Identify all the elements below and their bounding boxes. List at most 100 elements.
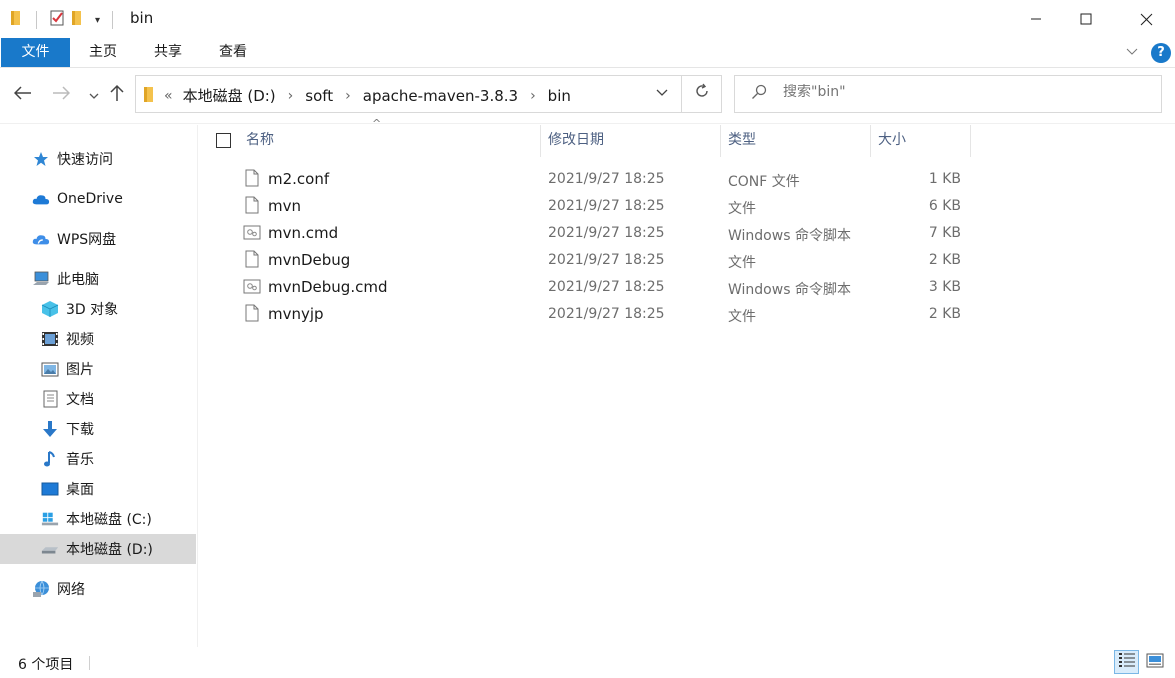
large-icons-view-button[interactable] [1142,650,1167,674]
search-input[interactable] [783,84,1143,100]
close-button[interactable] [1117,0,1175,38]
file-date: 2021/9/27 18:25 [548,306,665,322]
file-size: 2 KB [928,252,961,268]
sidebar-item-quick-access[interactable]: 快速访问 [0,144,196,174]
refresh-button[interactable] [682,75,722,113]
sidebar-item-network[interactable]: 网络 [0,574,196,604]
details-view-button[interactable] [1114,650,1139,674]
desktop-icon [41,480,59,498]
sidebar-item-downloads[interactable]: 下载 [0,414,196,444]
customize-toolbar-icon[interactable]: ▾ [95,15,100,26]
sidebar-item-documents[interactable]: 文档 [0,384,196,414]
item-count-status: 6 个项目 [18,657,74,673]
sidebar-item-videos[interactable]: 视频 [0,324,196,354]
help-button[interactable]: ? [1151,43,1171,63]
computer-icon [32,270,50,288]
script-file-icon [243,279,261,298]
file-date: 2021/9/27 18:25 [548,279,665,295]
sidebar-item-drive-c[interactable]: 本地磁盘 (C:) [0,504,196,534]
file-row[interactable]: mvnDebug 2021/9/27 18:25 文件 2 KB [205,247,975,274]
3d-objects-icon [41,300,59,318]
large-icons-view-icon [1146,653,1164,672]
search-box[interactable] [734,75,1162,113]
sidebar-item-label: 图片 [66,362,94,378]
star-icon [32,150,50,168]
file-row[interactable]: mvn 2021/9/27 18:25 文件 6 KB [205,193,975,220]
download-icon [41,420,59,438]
file-size: 3 KB [928,279,961,295]
address-bar[interactable]: « 本地磁盘 (D:) › soft › apache-maven-3.8.3 … [135,75,682,113]
column-header-date[interactable]: 修改日期 [541,125,721,157]
sidebar-item-drive-d[interactable]: 本地磁盘 (D:) [0,534,196,564]
refresh-icon [694,83,710,104]
file-row[interactable]: mvn.cmd 2021/9/27 18:25 Windows 命令脚本 7 K… [205,220,975,247]
column-header-size[interactable]: 大小 [871,125,971,157]
chevron-down-icon[interactable] [656,85,668,101]
details-view-icon [1118,652,1136,672]
file-name: mvn [268,197,301,215]
sidebar-item-label: 音乐 [66,452,94,468]
tab-home[interactable]: 主页 [78,38,128,67]
search-icon [751,84,767,104]
window-title: bin [130,9,154,27]
sidebar-item-label: 下载 [66,422,94,438]
sidebar-item-onedrive[interactable]: OneDrive [0,184,196,214]
tab-share[interactable]: 共享 [143,38,193,67]
folder-icon [143,86,157,107]
column-header-type[interactable]: 类型 [721,125,871,157]
file-type: 文件 [728,255,756,271]
new-folder-icon[interactable] [71,10,85,30]
file-type: Windows 命令脚本 [728,282,851,298]
up-arrow-icon[interactable] [110,84,124,107]
file-type: 文件 [728,309,756,325]
file-row[interactable]: mvnDebug.cmd 2021/9/27 18:25 Windows 命令脚… [205,274,975,301]
sidebar-item-this-pc[interactable]: 此电脑 [0,264,196,294]
properties-icon[interactable] [49,9,65,31]
file-row[interactable]: mvnyjp 2021/9/27 18:25 文件 2 KB [205,301,975,328]
column-header-name[interactable]: 名称 [239,125,541,157]
file-type: 文件 [728,201,756,217]
minimize-button[interactable] [1011,0,1061,38]
maximize-button[interactable] [1061,0,1111,38]
breadcrumb-overflow[interactable]: « [164,88,173,104]
chevron-right-icon[interactable]: › [530,88,536,104]
sidebar-item-label: 本地磁盘 (C:) [66,512,152,528]
breadcrumb-item[interactable]: soft [305,87,333,105]
sidebar-item-3d-objects[interactable]: 3D 对象 [0,294,196,324]
chevron-right-icon[interactable]: › [345,88,351,104]
chevron-right-icon[interactable]: › [288,88,294,104]
breadcrumb-item[interactable]: apache-maven-3.8.3 [363,87,518,105]
file-icon [245,169,259,191]
recent-locations-chevron-icon[interactable] [89,90,99,103]
sidebar-item-music[interactable]: 音乐 [0,444,196,474]
select-all-checkbox[interactable] [216,133,231,148]
back-arrow-icon[interactable] [13,84,32,105]
music-icon [41,450,59,468]
sidebar-item-wps-cloud[interactable]: WPS网盘 [0,224,196,254]
network-icon [32,580,50,598]
sidebar-item-pictures[interactable]: 图片 [0,354,196,384]
breadcrumb: « 本地磁盘 (D:) › soft › apache-maven-3.8.3 … [164,85,571,106]
tab-file[interactable]: 文件 [1,38,70,67]
file-date: 2021/9/27 18:25 [548,252,665,268]
breadcrumb-item[interactable]: bin [548,87,571,105]
file-date: 2021/9/27 18:25 [548,225,665,241]
status-divider [89,656,90,670]
file-type: Windows 命令脚本 [728,228,851,244]
sidebar-item-label: WPS网盘 [57,232,117,248]
forward-arrow-icon[interactable] [52,84,71,105]
tab-view[interactable]: 查看 [208,38,258,67]
file-size: 7 KB [928,225,961,241]
sidebar-item-label: 网络 [57,582,85,598]
expand-ribbon-chevron-icon[interactable] [1126,44,1138,60]
file-name: mvnDebug.cmd [268,278,388,296]
toolbar-divider [36,11,37,29]
breadcrumb-item[interactable]: 本地磁盘 (D:) [183,85,276,106]
file-size: 6 KB [928,198,961,214]
sidebar-item-label: 桌面 [66,482,94,498]
sidebar-item-desktop[interactable]: 桌面 [0,474,196,504]
file-date: 2021/9/27 18:25 [548,198,665,214]
sidebar-item-label: 文档 [66,392,94,408]
script-file-icon [243,225,261,244]
file-row[interactable]: m2.conf 2021/9/27 18:25 CONF 文件 1 KB [205,166,975,193]
